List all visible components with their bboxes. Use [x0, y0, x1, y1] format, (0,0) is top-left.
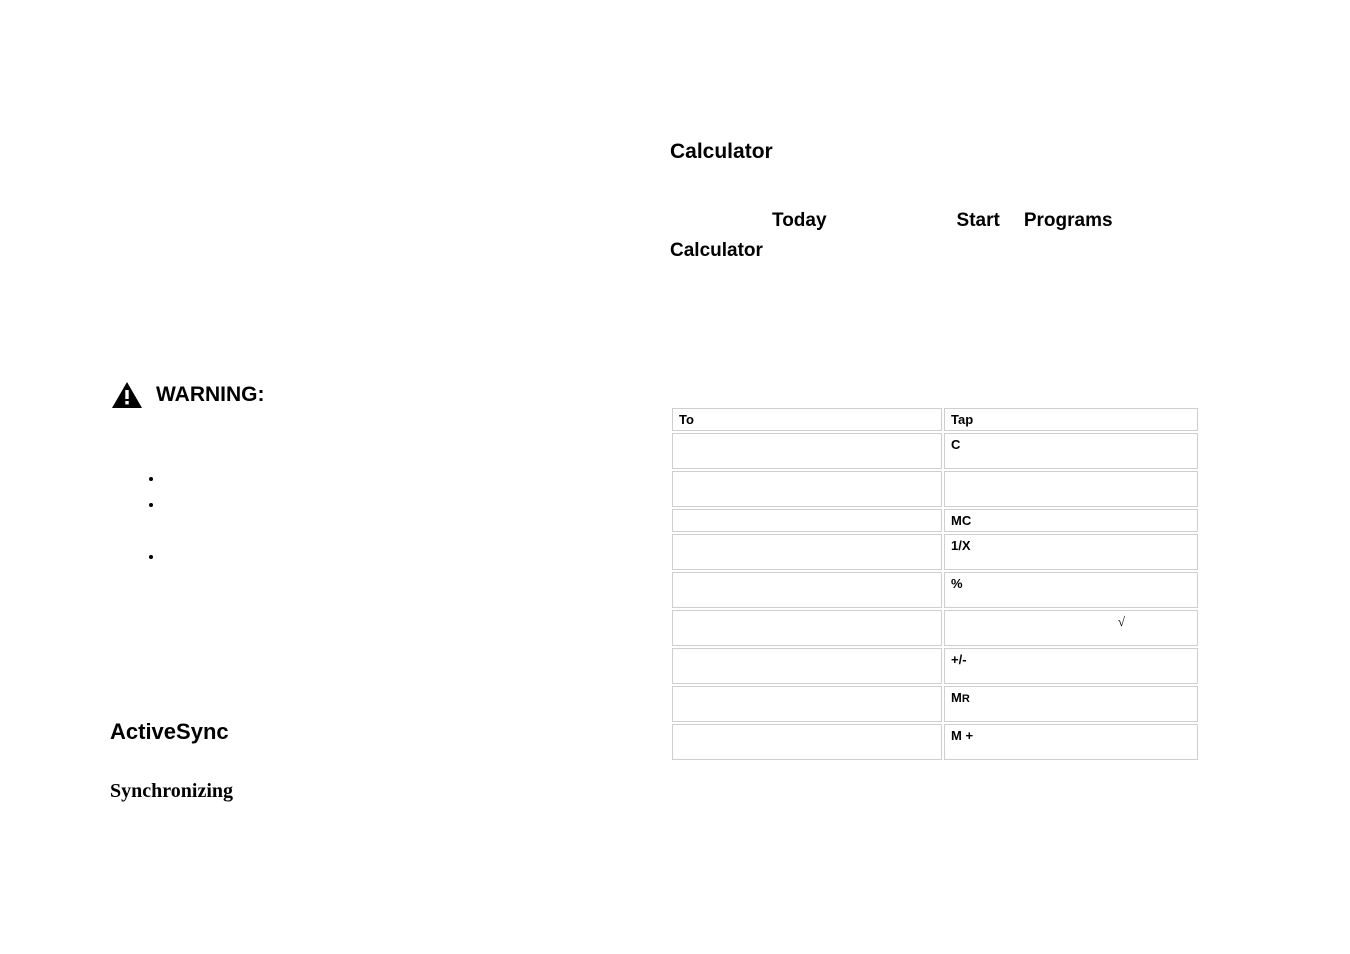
warning-label: WARNING:: [156, 383, 265, 407]
cell-tap: M +: [944, 724, 1198, 760]
left-column: WARNING: ActiveSync Synchronizing: [110, 380, 530, 803]
cell-to: [672, 433, 942, 469]
table-row: M +: [672, 724, 1198, 760]
calculator-heading: Calculator: [670, 140, 1230, 164]
nav-start: Start: [957, 210, 1000, 231]
sqrt-symbol: √: [1118, 614, 1125, 630]
list-item: [164, 491, 530, 517]
cell-tap: [944, 471, 1198, 507]
cell-tap: +/-: [944, 648, 1198, 684]
right-column: Calculator TodayStartProgramsCalculator …: [670, 140, 1230, 762]
table-row: √: [672, 610, 1198, 646]
cell-tap: 1/X: [944, 534, 1198, 570]
mr-r: R: [962, 693, 970, 705]
cell-to: [672, 509, 942, 532]
cell-to: [672, 686, 942, 722]
nav-programs: Programs: [1024, 210, 1113, 231]
cell-to: [672, 534, 942, 570]
calculator-table: To Tap C MC 1/X %: [670, 406, 1200, 762]
table-row: C: [672, 433, 1198, 469]
warning-icon: [110, 380, 144, 410]
warning-row: WARNING:: [110, 380, 530, 410]
table-header-to: To: [672, 408, 942, 431]
table-row: [672, 471, 1198, 507]
list-item: [164, 465, 530, 491]
nav-calculator: Calculator: [670, 240, 763, 261]
table-row: %: [672, 572, 1198, 608]
cell-tap: C: [944, 433, 1198, 469]
cell-tap: √: [944, 610, 1198, 646]
table-row: +/-: [672, 648, 1198, 684]
cell-tap: MR: [944, 686, 1198, 722]
cell-to: [672, 610, 942, 646]
table-header-tap: Tap: [944, 408, 1198, 431]
navigation-text: Today Start Programs Calculator: [670, 206, 1230, 266]
list-item: [164, 543, 530, 569]
cell-to: [672, 724, 942, 760]
nav-today: Today: [772, 210, 827, 231]
cell-to: [672, 471, 942, 507]
warning-bullet-list: [164, 465, 530, 569]
table-row: 1/X: [672, 534, 1198, 570]
mr-m: M: [951, 690, 962, 705]
cell-to: [672, 648, 942, 684]
activesync-heading: ActiveSync: [110, 719, 530, 745]
table-row: MC: [672, 509, 1198, 532]
cell-tap: MC: [944, 509, 1198, 532]
cell-to: [672, 572, 942, 608]
synchronizing-heading: Synchronizing: [110, 780, 530, 803]
cell-tap: %: [944, 572, 1198, 608]
table-row: MR: [672, 686, 1198, 722]
